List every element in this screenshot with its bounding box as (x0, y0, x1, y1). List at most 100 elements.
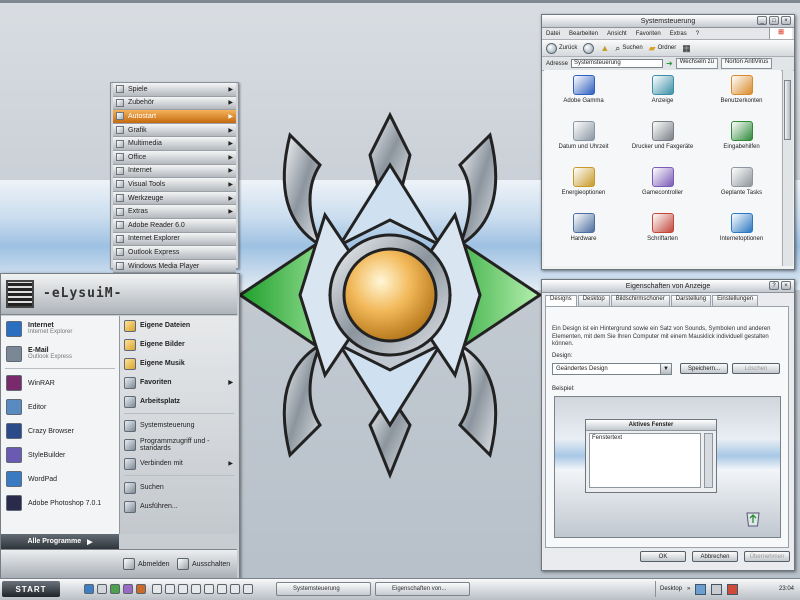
cascade-menu-item[interactable]: Internet Explorer (113, 232, 236, 247)
network-tray-icon[interactable] (695, 583, 707, 595)
links-button[interactable]: Norton AntiVirus (720, 58, 773, 69)
shield-tray-icon[interactable] (727, 583, 739, 595)
quicklaunch-app8-icon[interactable] (217, 584, 227, 594)
views-button[interactable]: ▦ (682, 43, 691, 54)
pinned-program[interactable]: Internet Internet Explorer (1, 316, 119, 341)
cancel-button[interactable]: Abbrechen (692, 551, 738, 562)
recent-program[interactable]: WinRAR (1, 371, 119, 395)
start-menu-place[interactable]: Favoriten ▶ (120, 373, 238, 392)
control-panel-item[interactable]: Schriftarten (623, 208, 702, 254)
maximize-button[interactable]: □ (769, 16, 779, 25)
start-menu-place[interactable]: Programmzugriff und -standards (120, 435, 238, 454)
quicklaunch-app-icon[interactable] (123, 584, 133, 594)
start-menu-place[interactable]: Suchen (120, 478, 238, 497)
quicklaunch-desktop-icon[interactable] (97, 584, 107, 594)
all-programs-button[interactable]: Alle Programme ▶ (1, 534, 119, 549)
address-input[interactable]: Systemsteuerung (571, 59, 664, 68)
tab-bildschirmschoner[interactable]: Bildschirmschoner (610, 295, 670, 306)
back-button[interactable]: Zurück (546, 42, 577, 54)
menu-item[interactable]: Datei (546, 31, 560, 37)
help-button[interactable]: ? (769, 281, 779, 290)
cascade-menu-item[interactable]: Zubehör ▶ (113, 96, 236, 111)
cascade-menu-item[interactable]: Grafik ▶ (113, 123, 236, 138)
menu-item[interactable]: Extras (670, 31, 687, 37)
recent-program[interactable]: Crazy Browser (1, 419, 119, 443)
start-menu-place[interactable]: Arbeitsplatz (120, 392, 238, 411)
chevron-icon[interactable]: » (687, 586, 690, 592)
task-control-panel[interactable]: Systemsteuerung (276, 582, 371, 596)
tab-einstellungen[interactable]: Einstellungen (712, 295, 759, 306)
start-button[interactable]: START (2, 581, 60, 597)
delete-design-button[interactable]: Löschen (732, 363, 780, 374)
quicklaunch-media-icon[interactable] (110, 584, 120, 594)
cascade-menu-item[interactable]: Adobe Reader 6.0 (113, 218, 236, 233)
search-button[interactable]: ⌕ Suchen (615, 43, 642, 54)
cascade-menu-item[interactable]: Werkzeuge ▶ (113, 191, 236, 206)
control-panel-item[interactable]: Benutzerkonten (702, 70, 781, 116)
go-button[interactable]: Wechseln zu (675, 58, 718, 69)
tab-darstellung[interactable]: Darstellung (670, 295, 712, 306)
cascade-menu-item[interactable]: Internet ▶ (113, 164, 236, 179)
cascade-menu-item[interactable]: Multimedia ▶ (113, 137, 236, 151)
save-design-button[interactable]: Speichern... (680, 363, 728, 374)
cascade-menu-item[interactable]: Extras ▶ (113, 205, 236, 219)
start-menu-place[interactable]: Systemsteuerung (120, 416, 238, 435)
cascade-menu-item[interactable]: Office ▶ (113, 150, 236, 165)
control-panel-item[interactable]: Energieoptionen (544, 162, 623, 208)
close-button[interactable]: × (781, 281, 791, 290)
tab-desktop[interactable]: Desktop (577, 295, 610, 306)
forward-button[interactable] (583, 42, 595, 54)
recent-program[interactable]: StyleBuilder (1, 443, 119, 467)
control-panel-item[interactable]: Eingabehilfen (702, 116, 781, 162)
control-panel-item[interactable]: Anzeige (623, 70, 702, 116)
start-menu-place[interactable]: Eigene Dateien (120, 316, 238, 335)
display-properties-titlebar[interactable]: Eigenschaften von Anzeige ? × (542, 280, 794, 293)
quicklaunch-app2-icon[interactable] (136, 584, 146, 594)
quicklaunch-app9-icon[interactable] (230, 584, 240, 594)
control-panel-item[interactable]: Drucker und Faxgeräte (623, 116, 702, 162)
cascade-menu-item[interactable]: Windows Media Player (113, 259, 236, 274)
start-menu-place[interactable]: Eigene Musik (120, 354, 238, 373)
scrollbar-thumb[interactable] (784, 80, 791, 140)
vertical-scrollbar[interactable] (782, 70, 793, 266)
folders-button[interactable]: ▰ Ordner (649, 43, 677, 54)
apply-button[interactable]: Übernehmen (744, 551, 790, 562)
start-menu-place[interactable]: Verbinden mit ▶ (120, 454, 238, 473)
control-panel-item[interactable]: Geplante Tasks (702, 162, 781, 208)
control-panel-titlebar[interactable]: Systemsteuerung _ □ × (542, 15, 794, 28)
pinned-program[interactable]: E-Mail Outlook Express (1, 341, 119, 366)
quicklaunch-app3-icon[interactable] (152, 584, 162, 594)
control-panel-item[interactable]: Gamecontroller (623, 162, 702, 208)
quicklaunch-app10-icon[interactable] (243, 584, 253, 594)
logoff-button[interactable]: Abmelden (123, 558, 170, 570)
menu-item[interactable]: Ansicht (607, 31, 627, 37)
cascade-menu-item[interactable]: Autostart ▶ (113, 110, 236, 124)
menu-item[interactable]: Favoriten (636, 31, 661, 37)
start-menu-place[interactable]: Ausführen... (120, 497, 238, 516)
control-panel-item[interactable]: Adobe Gamma (544, 70, 623, 116)
close-button[interactable]: × (781, 16, 791, 25)
shutdown-button[interactable]: Ausschalten (177, 558, 230, 570)
desktop-toolbar-label[interactable]: Desktop (660, 586, 682, 592)
recent-program[interactable]: WordPad (1, 467, 119, 491)
recent-program[interactable]: Adobe Photoshop 7.0.1 (1, 491, 119, 515)
quicklaunch-ie-icon[interactable] (84, 584, 94, 594)
menu-item[interactable]: ? (696, 31, 699, 37)
volume-tray-icon[interactable] (711, 583, 723, 595)
recent-program[interactable]: Editor (1, 395, 119, 419)
quicklaunch-app6-icon[interactable] (191, 584, 201, 594)
quicklaunch-app5-icon[interactable] (178, 584, 188, 594)
quicklaunch-app7-icon[interactable] (204, 584, 214, 594)
control-panel-item[interactable]: Internetoptionen (702, 208, 781, 254)
clock[interactable]: 23:04 (779, 586, 794, 592)
menu-item[interactable]: Bearbeiten (569, 31, 598, 37)
cascade-menu-item[interactable]: Outlook Express (113, 246, 236, 260)
start-menu-place[interactable]: Eigene Bilder (120, 335, 238, 354)
quicklaunch-app4-icon[interactable] (165, 584, 175, 594)
minimize-button[interactable]: _ (757, 16, 767, 25)
task-display-properties[interactable]: Eigenschaften von... (375, 582, 470, 596)
control-panel-item[interactable]: Hardware (544, 208, 623, 254)
design-select[interactable]: Geändertes Design ▼ (552, 363, 672, 375)
up-button[interactable]: ▲ (600, 43, 609, 53)
cascade-menu-item[interactable]: Spiele ▶ (113, 83, 236, 97)
